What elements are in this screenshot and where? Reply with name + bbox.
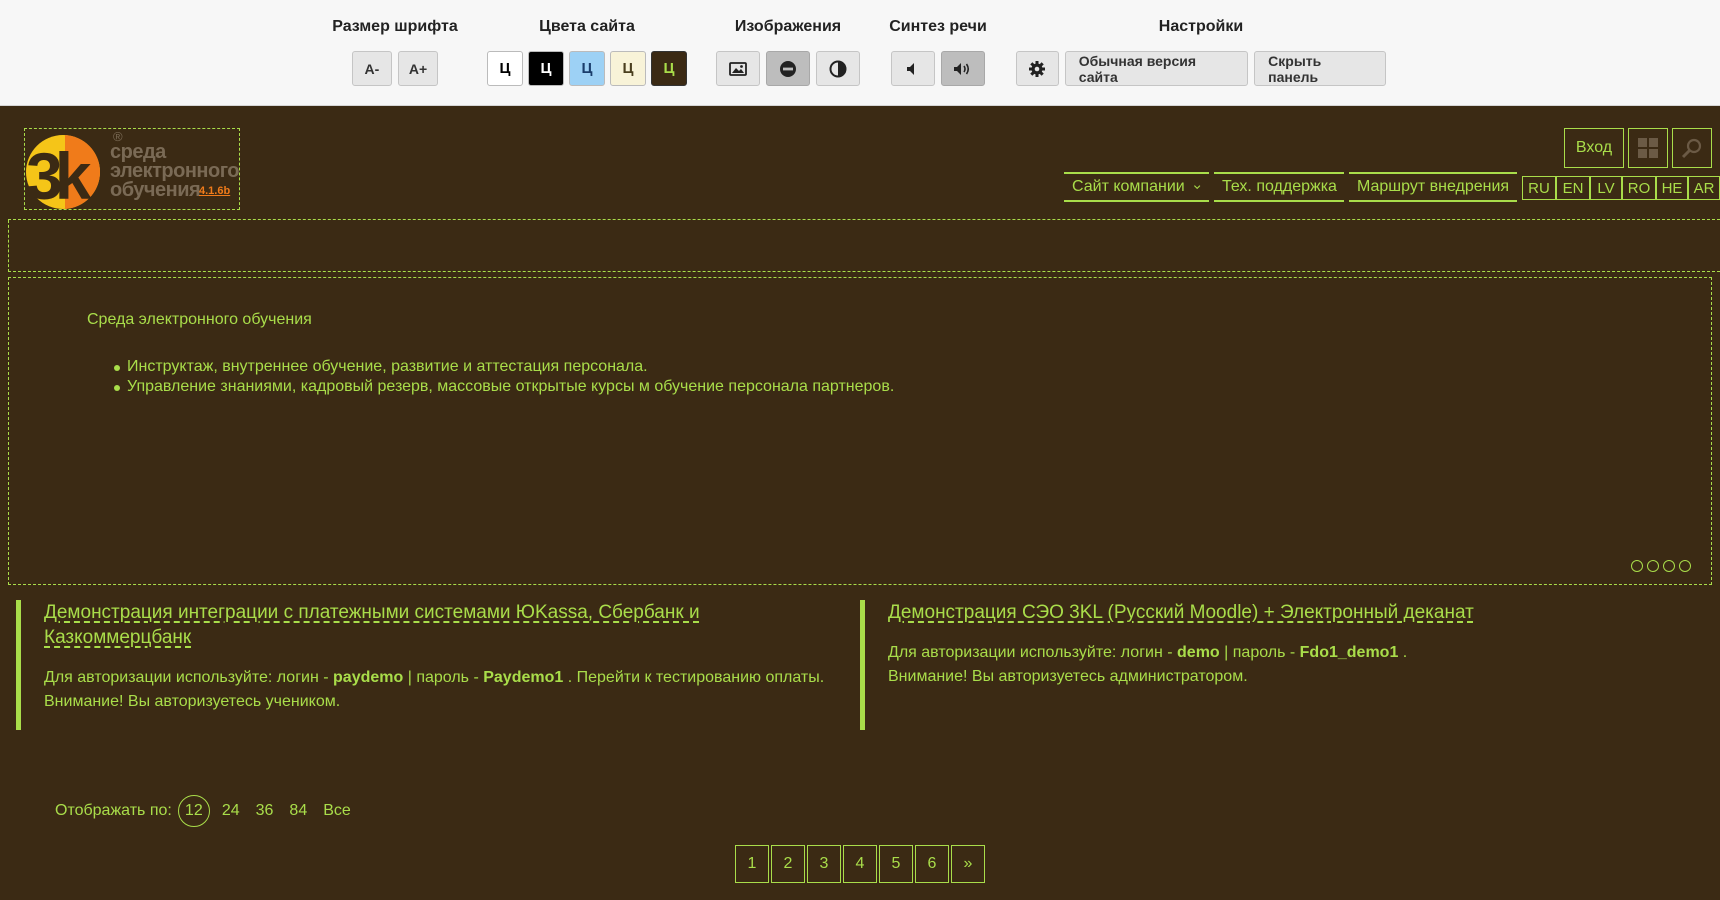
gear-icon — [1029, 60, 1046, 77]
font-size-group: Размер шрифта A- A+ — [330, 18, 460, 86]
hide-panel-button[interactable]: Скрыть панель — [1254, 51, 1386, 86]
banner-list-item: Инструктаж, внутреннее обучение, развити… — [113, 357, 894, 377]
site-logo[interactable]: 3k ® среда электронного обучения 4.1.6b — [24, 128, 240, 211]
speech-group: Синтез речи — [888, 18, 988, 86]
banner-title: Среда электронного обучения — [87, 311, 312, 328]
images-group: Изображения — [716, 18, 860, 86]
color-beige-button[interactable]: Ц — [610, 51, 646, 86]
per-page-option-12[interactable]: 12 — [177, 795, 210, 827]
slider-dot[interactable] — [1631, 560, 1643, 572]
login-button[interactable]: Вход — [1564, 128, 1624, 168]
logo-version: 4.1.6b — [199, 185, 231, 197]
color-blue-button[interactable]: Ц — [569, 51, 605, 86]
page-5[interactable]: 5 — [879, 845, 913, 883]
color-white-button[interactable]: Ц — [487, 51, 523, 86]
page-3[interactable]: 3 — [807, 845, 841, 883]
banner-list-item: Управление знаниями, кадровый резерв, ма… — [113, 378, 895, 395]
demo-password: Paydemo1 — [483, 669, 564, 686]
chevron-down-icon — [1193, 185, 1201, 190]
hero-banner: Среда электронного обучения Инструктаж, … — [8, 277, 1712, 585]
settings-group: Настройки Обычная версия сайта Скрыть па… — [1016, 18, 1386, 86]
slider-dot[interactable] — [1663, 560, 1675, 572]
settings-button[interactable] — [1016, 51, 1059, 86]
image-icon — [729, 61, 747, 76]
images-off-button[interactable] — [766, 51, 810, 86]
speaker-icon — [907, 62, 914, 75]
lang-en[interactable]: EN — [1556, 176, 1590, 200]
font-decrease-button[interactable]: A- — [351, 51, 392, 86]
lang-he[interactable]: HE — [1656, 176, 1688, 200]
demo-card-title[interactable]: Демонстрация интеграции с платежными сис… — [44, 600, 744, 650]
page-next[interactable]: » — [951, 845, 985, 883]
svg-text:3k: 3k — [26, 139, 92, 211]
search-button[interactable] — [1672, 128, 1712, 168]
speech-title: Синтез речи — [889, 18, 987, 35]
site-header: 3k ® среда электронного обучения 4.1.6b … — [8, 106, 1720, 220]
demo-note: Внимание! Вы авторизуетесь учеником. — [44, 693, 341, 710]
font-size-title: Размер шрифта — [332, 18, 458, 35]
contrast-icon — [829, 60, 847, 77]
demo-card-text: Для авторизации используйте: логин - dem… — [888, 644, 1408, 685]
demo-password: Fdo1_demo1 — [1299, 644, 1399, 661]
apps-button[interactable] — [1628, 128, 1668, 168]
page-2[interactable]: 2 — [771, 845, 805, 883]
lang-lv[interactable]: LV — [1590, 176, 1622, 200]
demo-login: paydemo — [333, 669, 404, 686]
per-page-option-all[interactable]: Все — [323, 802, 351, 820]
speaker-volume-icon — [954, 62, 970, 75]
demo-card-text: Для авторизации используйте: логин - pay… — [44, 669, 825, 710]
logo-3k-icon: 3k — [26, 135, 101, 211]
color-brown-button[interactable]: Ц — [651, 51, 687, 86]
per-page-option-24[interactable]: 24 — [222, 802, 240, 820]
demo-card-deanery: Демонстрация СЭО 3KL (Русский Moodle) + … — [860, 600, 1680, 730]
per-page-selector: Отображать по: 12 24 36 84 Все — [55, 795, 351, 827]
demo-login: demo — [1177, 644, 1220, 661]
per-page-label: Отображать по: — [55, 802, 172, 819]
page-4[interactable]: 4 — [843, 845, 877, 883]
settings-title: Настройки — [1158, 18, 1244, 35]
pagination: 1 2 3 4 5 6 » — [735, 845, 985, 883]
banner-list: Инструктаж, внутреннее обучение, развити… — [113, 357, 895, 397]
per-page-option-84[interactable]: 84 — [289, 802, 307, 820]
slider-dot[interactable] — [1679, 560, 1691, 572]
minus-circle-icon — [780, 60, 796, 77]
lang-ar[interactable]: AR — [1688, 176, 1720, 200]
accessibility-panel: Размер шрифта A- A+ Цвета сайта Ц Ц Ц Ц … — [0, 0, 1720, 106]
lang-ro[interactable]: RO — [1622, 176, 1656, 200]
page-1[interactable]: 1 — [735, 845, 769, 883]
images-title: Изображения — [734, 18, 842, 35]
menu-implementation-route[interactable]: Маршрут внедрения — [1349, 172, 1517, 202]
slider-dots — [1631, 560, 1691, 572]
menu-company-site[interactable]: Сайт компании — [1064, 172, 1209, 202]
font-increase-button[interactable]: A+ — [397, 51, 439, 86]
lang-ru[interactable]: RU — [1522, 176, 1556, 200]
demo-card-title[interactable]: Демонстрация СЭО 3KL (Русский Moodle) + … — [888, 600, 1648, 625]
images-grayscale-button[interactable] — [816, 51, 860, 86]
speech-off-button[interactable] — [891, 51, 935, 86]
normal-version-button[interactable]: Обычная версия сайта — [1064, 51, 1249, 86]
speech-on-button[interactable] — [941, 51, 985, 86]
header-spacer — [8, 220, 1720, 272]
demo-note: Внимание! Вы авторизуетесь администратор… — [888, 668, 1248, 685]
site-colors-group: Цвета сайта Ц Ц Ц Ц Ц — [487, 18, 687, 86]
color-black-button[interactable]: Ц — [528, 51, 564, 86]
search-icon — [1681, 138, 1702, 159]
demo-card-payments: Демонстрация интеграции с платежными сис… — [16, 600, 836, 730]
images-on-button[interactable] — [716, 51, 760, 86]
page-6[interactable]: 6 — [915, 845, 949, 883]
slider-dot[interactable] — [1647, 560, 1659, 572]
menu-tech-support[interactable]: Тех. поддержка — [1214, 172, 1344, 202]
site-colors-title: Цвета сайта — [539, 18, 635, 35]
grid-icon — [1638, 138, 1658, 158]
per-page-option-36[interactable]: 36 — [256, 802, 274, 820]
